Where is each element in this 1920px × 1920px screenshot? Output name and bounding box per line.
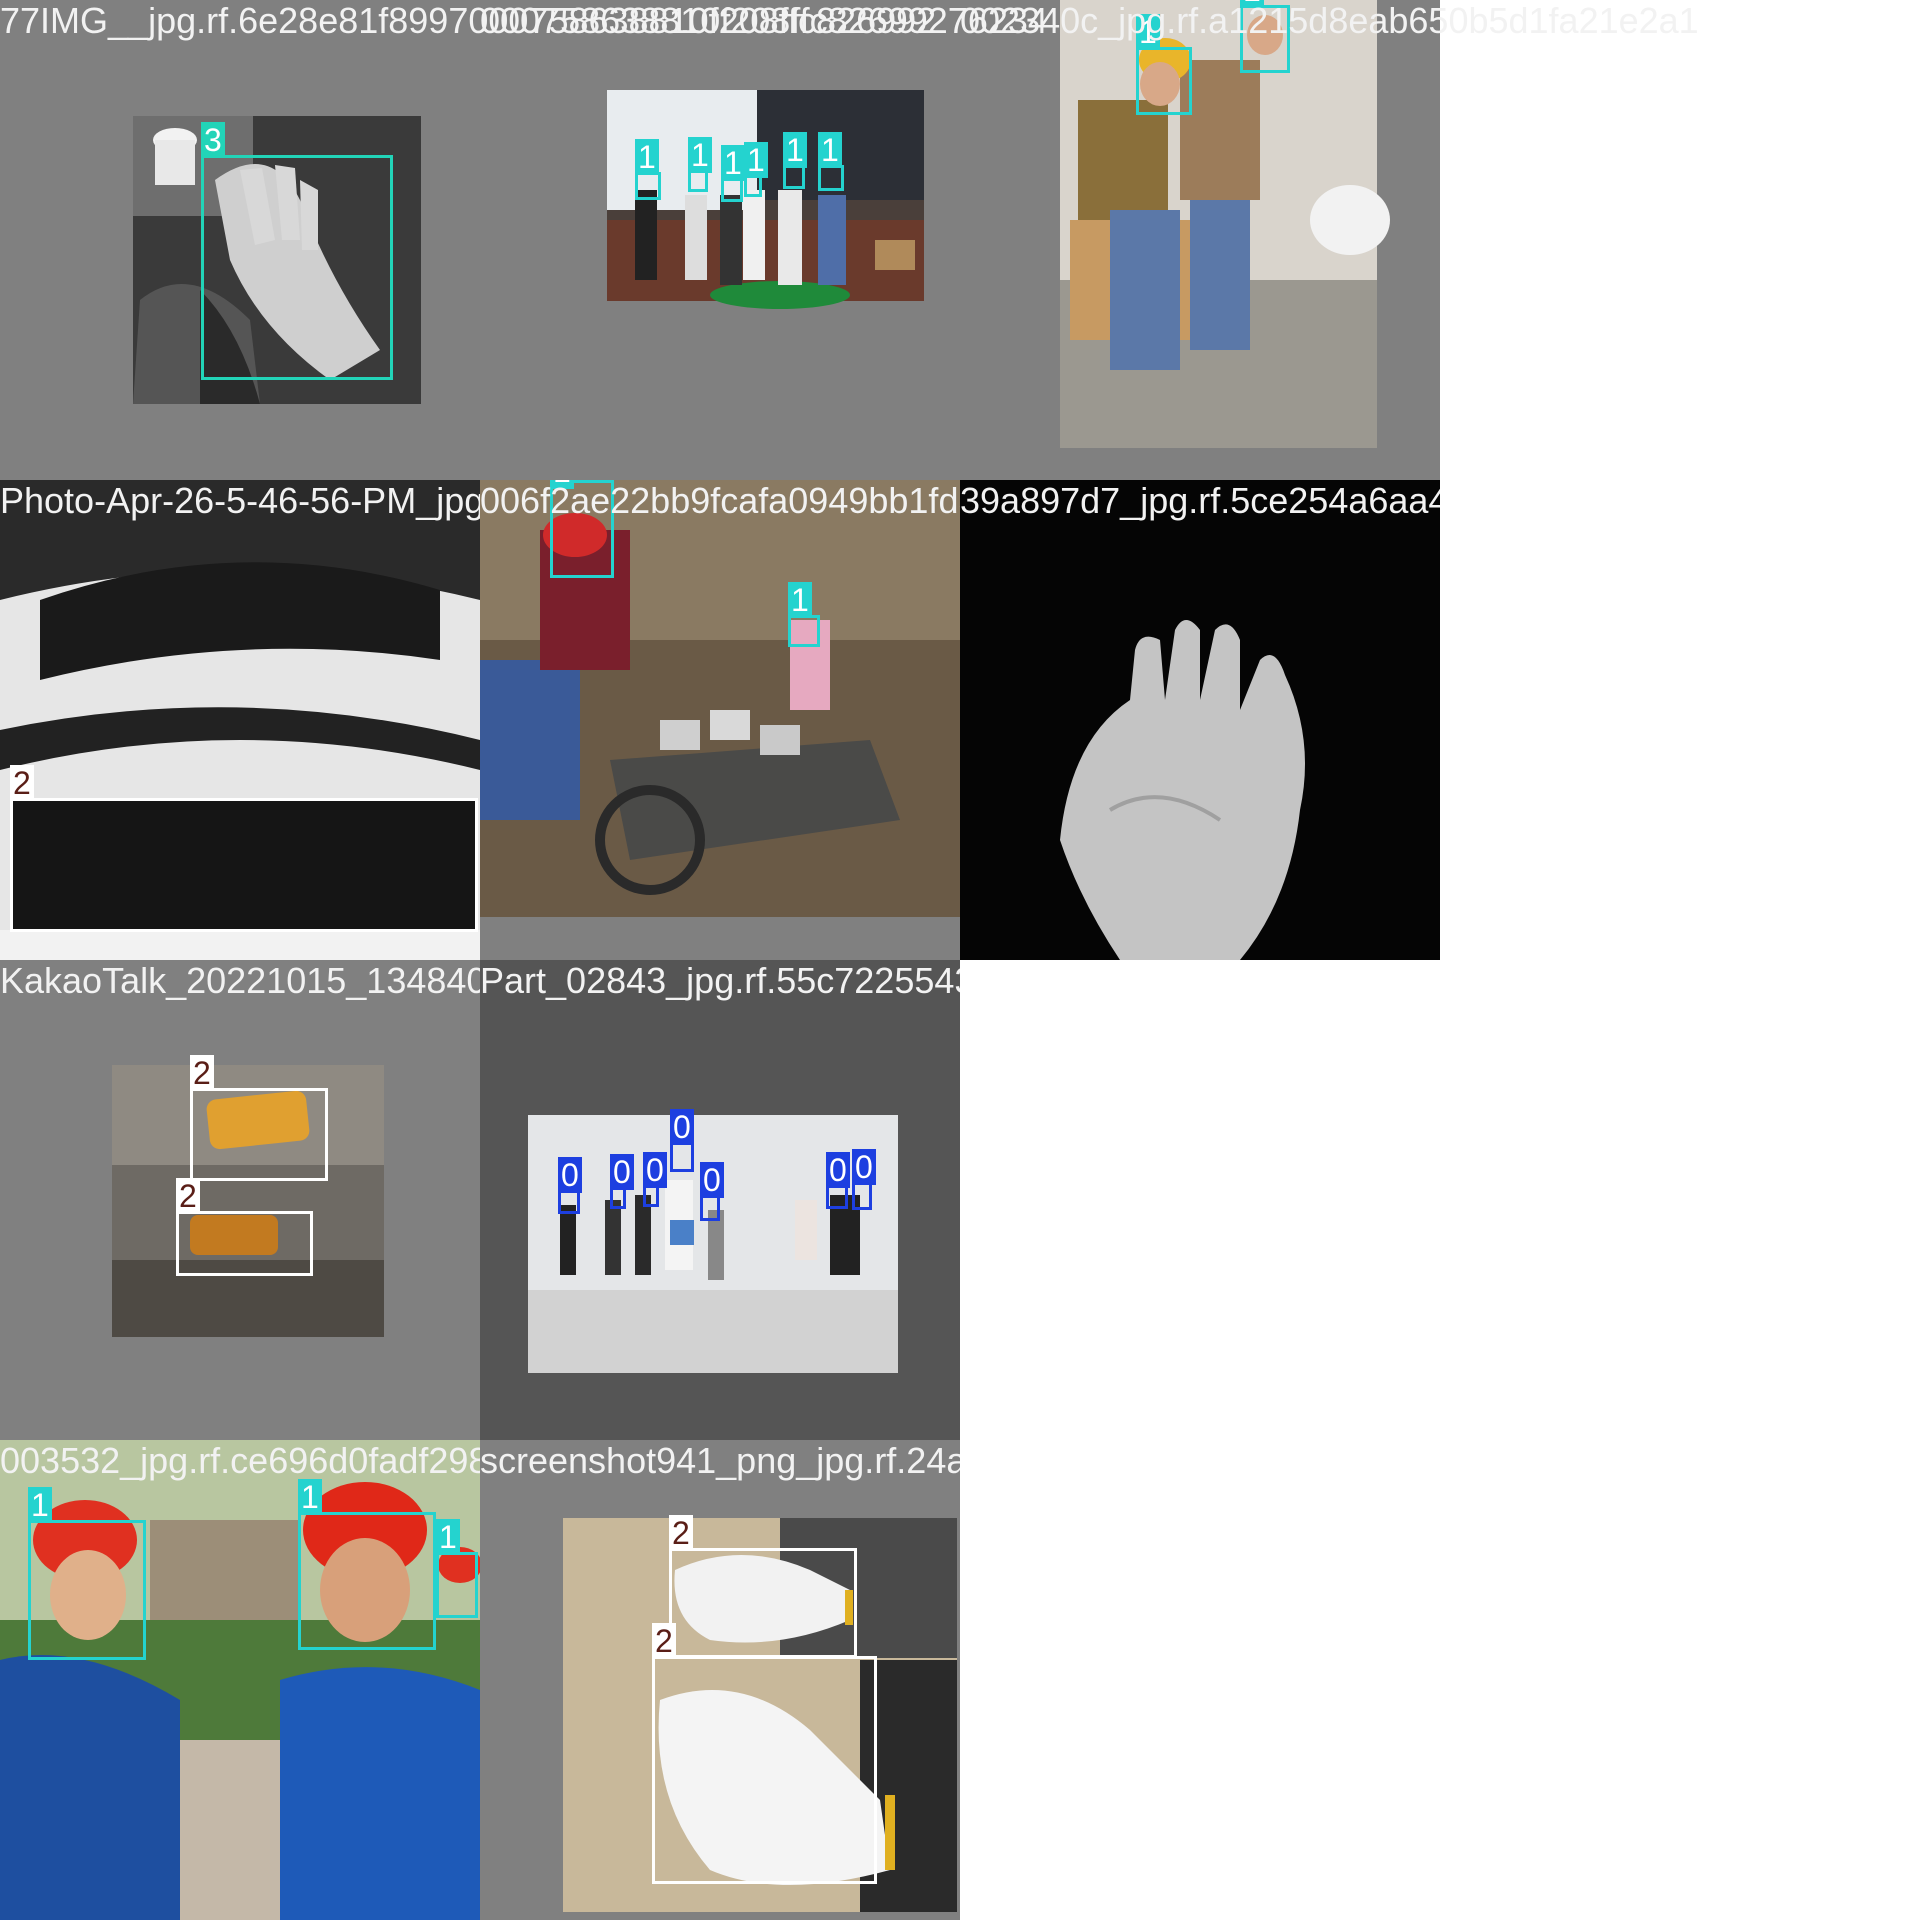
class-label: 0	[558, 1157, 582, 1193]
class-label: 1	[1136, 14, 1160, 50]
class-label: 2	[176, 1178, 200, 1214]
detection-box[interactable]: 0	[670, 1109, 694, 1172]
detection-box[interactable]: 0	[643, 1152, 667, 1207]
tile-photo-dancers	[528, 1115, 898, 1373]
detection-box[interactable]: 1	[436, 1519, 478, 1618]
class-label: 0	[700, 1162, 724, 1198]
class-label: 2	[10, 765, 34, 801]
class-label: 0	[610, 1154, 634, 1190]
mosaic-tile: 1 1 1 1 1 1	[480, 0, 960, 480]
class-label: 2	[652, 1623, 676, 1659]
tile-photo-wood	[112, 1065, 384, 1337]
detection-box[interactable]: 1	[28, 1487, 146, 1660]
detection-box[interactable]: 0	[700, 1162, 724, 1221]
class-label: 1	[1240, 0, 1264, 8]
class-label: 2	[669, 1515, 693, 1551]
mosaic-tile: 2 2 screenshot941_png_jpg.rf.24ace9606b2…	[480, 1440, 960, 1920]
class-label: 1	[744, 142, 768, 178]
mosaic-tile: 3	[0, 0, 480, 480]
class-label: 1	[550, 480, 574, 489]
detection-box[interactable]: 0	[558, 1157, 582, 1214]
class-label: 2	[190, 1055, 214, 1091]
detection-box[interactable]: 1	[818, 132, 844, 191]
class-label: 0	[643, 1152, 667, 1188]
detection-box[interactable]: 1	[1136, 14, 1192, 115]
detection-box[interactable]: 0	[610, 1154, 634, 1209]
detection-box[interactable]: 1	[635, 139, 661, 200]
mosaic-tile: 39a897d7_jpg.rf.5ce254a6aa4b65a7b04dbf3e…	[960, 480, 1440, 960]
tile-photo-open-hand	[960, 480, 1440, 960]
detection-box[interactable]: 1	[788, 582, 820, 647]
class-label: 0	[826, 1152, 850, 1188]
detection-box[interactable]: 2	[10, 765, 478, 932]
detection-box[interactable]: 2	[190, 1055, 328, 1181]
detection-box[interactable]: 0	[826, 1152, 850, 1209]
class-label: 1	[28, 1487, 52, 1523]
class-label: 1	[721, 145, 745, 181]
class-label: 1	[688, 137, 712, 173]
class-label: 1	[298, 1479, 322, 1515]
mosaic-tile: 2 Photo-Apr-26-5-46-56-PM_jpg	[0, 480, 480, 960]
detection-box[interactable]: 1	[1240, 0, 1290, 73]
class-label: 1	[635, 139, 659, 175]
class-label: 0	[670, 1109, 694, 1145]
class-label: 3	[201, 122, 225, 158]
detection-box[interactable]: 1	[550, 480, 614, 578]
tile-photo-group	[607, 90, 924, 309]
detection-box[interactable]: 1	[298, 1479, 436, 1650]
mosaic-grid: 3 1 1 1 1 1 1 1 2 Photo-Apr-26-5-46-56-P…	[0, 0, 1920, 1920]
detection-box[interactable]: 1	[744, 142, 768, 197]
detection-box[interactable]: 2	[669, 1515, 857, 1658]
detection-box[interactable]: 1	[721, 145, 745, 202]
class-label: 1	[818, 132, 842, 168]
detection-box[interactable]: 1	[688, 137, 712, 192]
mosaic-tile: 1 1 1 003532_jpg.rf.ce696d0fadf2984e02b7…	[0, 1440, 480, 1920]
detection-box[interactable]: 2	[652, 1623, 877, 1884]
class-label: 1	[783, 132, 807, 168]
mosaic-tile: 0 0 0 0 0 0 0 Part_02843_jpg.rf.55c72255…	[480, 960, 960, 1440]
mosaic-tile: 2 2 KakaoTalk_20221015_13484025	[0, 960, 480, 1440]
mosaic-tile: 1 1	[960, 0, 1440, 480]
detection-box[interactable]: 1	[783, 132, 807, 189]
class-label: 1	[436, 1519, 460, 1555]
mosaic-tile: 1 1 006f2ae22bb9fcafa0949bb1fd39a897d7	[480, 480, 960, 960]
class-label: 0	[852, 1149, 876, 1185]
detection-box[interactable]: 2	[176, 1178, 313, 1276]
tile-photo-workers	[1060, 0, 1390, 448]
detection-box[interactable]: 0	[852, 1149, 876, 1210]
class-label: 1	[788, 582, 812, 618]
detection-box[interactable]: 3	[201, 122, 393, 380]
